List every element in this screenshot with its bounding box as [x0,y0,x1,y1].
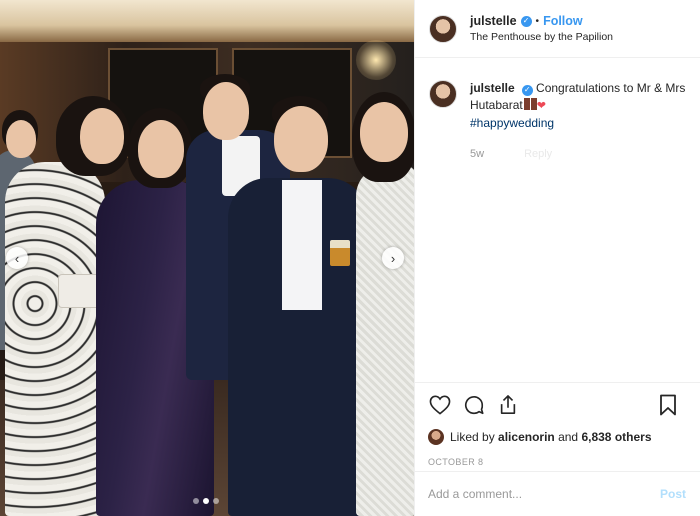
heart-icon[interactable] [428,393,452,417]
liked-by-and: and [558,430,579,444]
header-username[interactable]: julstelle [470,14,517,28]
bookmark-icon[interactable] [656,393,680,417]
heart-emoji-icon: ❤ [536,100,546,112]
chevron-left-icon[interactable]: ‹ [6,247,28,269]
action-bar: Liked by alicenorin and 6,838 others OCT… [414,382,700,467]
carousel-dots [193,498,219,504]
comments-area: julstelle ✓ Congratulations to Mr & Mrs H… [415,58,700,382]
share-icon[interactable] [496,393,520,417]
caption-time[interactable]: 5w [470,146,484,163]
liked-by-prefix: Liked by [450,430,495,444]
separator-bullet: • [535,15,540,27]
caption-comment: julstelle ✓ Congratulations to Mr & Mrs H… [429,80,686,163]
post-header: julstelle ✓ • Follow The Penthouse by th… [415,0,700,58]
chevron-right-icon[interactable]: › [382,247,404,269]
whiskey-glass [330,240,350,266]
couple-emoji-icon [523,98,537,110]
avatar[interactable] [429,80,457,108]
reply-button[interactable]: Reply [524,146,552,163]
photo-lamp [356,40,396,80]
likes-summary: Liked by alicenorin and 6,838 others [428,429,686,445]
others-count[interactable]: 6,838 others [581,430,651,444]
verified-badge-icon: ✓ [520,15,532,27]
comment-icon[interactable] [462,393,486,417]
liked-by-user[interactable]: alicenorin [498,430,555,444]
avatar[interactable] [429,14,457,43]
comment-composer: Post [414,471,700,516]
carousel-dot [193,498,199,504]
carousel-dot-active [203,498,209,504]
comment-input[interactable] [428,487,660,501]
liker-avatar[interactable] [428,429,444,445]
location-link[interactable]: The Penthouse by the Papilion [470,31,613,43]
post-date[interactable]: OCTOBER 8 [428,457,686,467]
follow-button[interactable]: Follow [543,14,583,28]
photo-ceiling [0,0,414,42]
verified-badge-icon: ✓ [521,84,533,96]
carousel-dot [213,498,219,504]
caption-username[interactable]: julstelle [470,81,515,95]
hashtag-link[interactable]: #happywedding [470,116,554,130]
post-photo[interactable]: ‹ › [0,0,414,516]
post-comment-button[interactable]: Post [660,487,686,501]
